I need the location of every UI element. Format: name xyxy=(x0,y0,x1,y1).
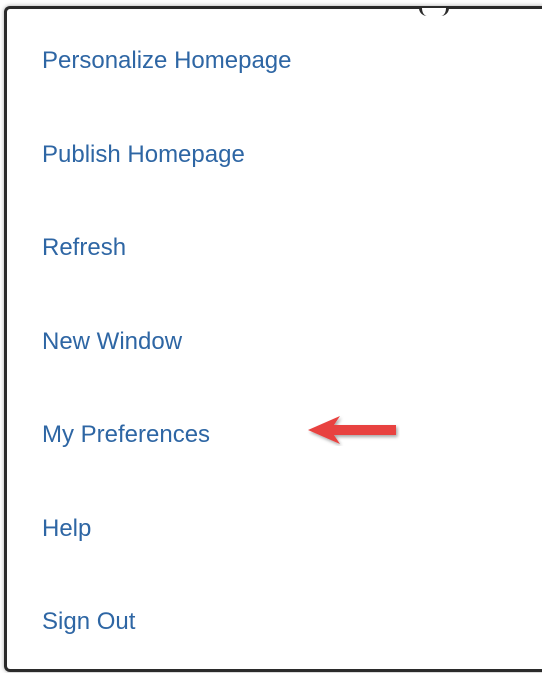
menu-item-help[interactable]: Help xyxy=(42,509,91,549)
menu-item-refresh[interactable]: Refresh xyxy=(42,228,126,268)
screenshot-frame: Personalize Homepage Publish Homepage Re… xyxy=(0,0,542,673)
menu-item-sign-out[interactable]: Sign Out xyxy=(42,602,135,642)
menu-item-my-preferences[interactable]: My Preferences xyxy=(42,415,210,455)
menu-caret xyxy=(419,8,449,20)
menu-item-personalize-homepage[interactable]: Personalize Homepage xyxy=(42,41,291,81)
menu-item-new-window[interactable]: New Window xyxy=(42,322,182,362)
user-actions-menu: Personalize Homepage Publish Homepage Re… xyxy=(4,6,542,672)
red-arrow-icon xyxy=(308,416,396,444)
menu-item-publish-homepage[interactable]: Publish Homepage xyxy=(42,135,245,175)
